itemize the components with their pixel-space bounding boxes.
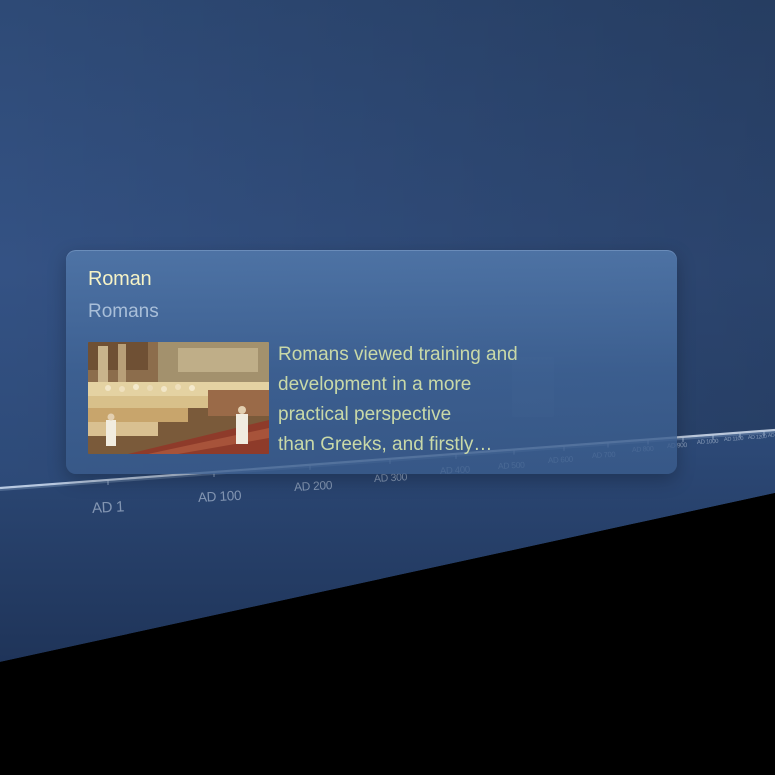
timeline-tick-label: AD 1000 xyxy=(696,438,719,446)
timeline-tick-label: AD 100 xyxy=(197,487,242,505)
event-title: Roman xyxy=(88,268,152,290)
description-line: practical perspective xyxy=(278,404,452,425)
event-subtitle: Romans xyxy=(88,301,159,322)
event-description: Romans viewed training and development i… xyxy=(278,340,598,460)
description-line: development in a more xyxy=(278,374,472,395)
timeline-tick-label: AD 1300 xyxy=(767,432,775,439)
event-card-roman[interactable]: Roman Romans Romans viewed training and … xyxy=(66,250,677,474)
timeline-tick-label: AD 1100 xyxy=(723,435,744,443)
timeline-tick-label: AD 200 xyxy=(293,478,333,494)
timeline-tick-label: AD 1 xyxy=(91,498,125,517)
timeline-tick-label: AD 1200 xyxy=(747,434,767,441)
description-line: than Greeks, and firstly… xyxy=(278,434,493,455)
timeline-view[interactable]: AD 1AD 100AD 200AD 300AD 400AD 500AD 600… xyxy=(0,0,775,775)
painting-thumbnail[interactable] xyxy=(88,342,269,454)
description-line: Romans viewed training and xyxy=(278,344,518,365)
